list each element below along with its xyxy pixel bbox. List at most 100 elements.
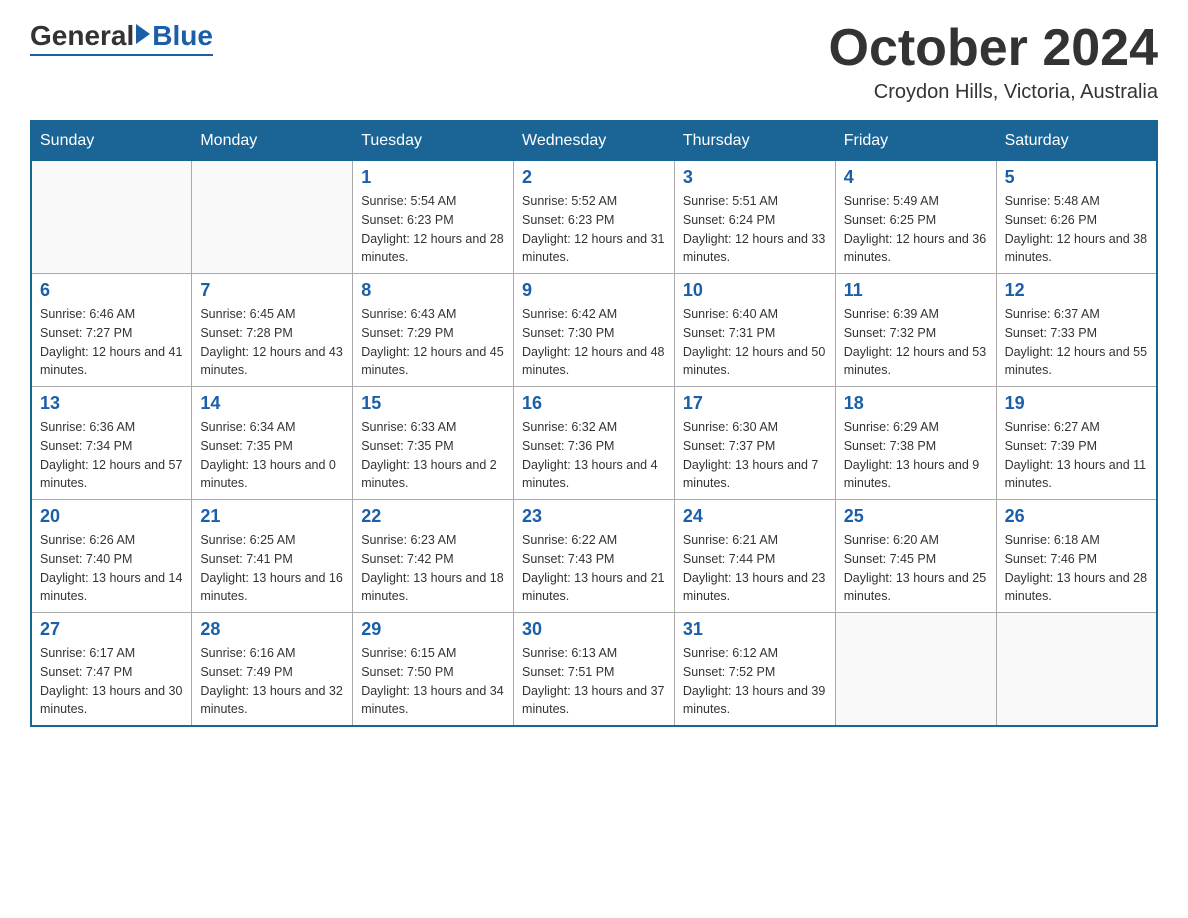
day-info: Sunrise: 6:16 AMSunset: 7:49 PMDaylight:… bbox=[200, 644, 344, 719]
logo: General Blue bbox=[30, 20, 213, 56]
calendar-cell: 19 Sunrise: 6:27 AMSunset: 7:39 PMDayligh… bbox=[996, 387, 1157, 500]
day-number: 17 bbox=[683, 393, 827, 414]
day-info: Sunrise: 5:52 AMSunset: 6:23 PMDaylight:… bbox=[522, 192, 666, 267]
day-number: 19 bbox=[1005, 393, 1148, 414]
logo-underline bbox=[30, 54, 213, 56]
day-number: 28 bbox=[200, 619, 344, 640]
day-number: 24 bbox=[683, 506, 827, 527]
calendar-cell: 2 Sunrise: 5:52 AMSunset: 6:23 PMDaylight… bbox=[514, 161, 675, 274]
calendar-cell: 25 Sunrise: 6:20 AMSunset: 7:45 PMDayligh… bbox=[835, 500, 996, 613]
day-number: 29 bbox=[361, 619, 505, 640]
calendar-cell: 27Sunrise: 6:17 AMSunset: 7:47 PMDayligh… bbox=[31, 613, 192, 727]
day-number: 8 bbox=[361, 280, 505, 301]
day-info: Sunrise: 6:30 AMSunset: 7:37 PMDaylight:… bbox=[683, 418, 827, 493]
day-number: 11 bbox=[844, 280, 988, 301]
day-number: 16 bbox=[522, 393, 666, 414]
day-info: Sunrise: 6:34 AMSunset: 7:35 PMDaylight:… bbox=[200, 418, 344, 493]
day-number: 2 bbox=[522, 167, 666, 188]
day-of-week-header: Friday bbox=[835, 121, 996, 161]
calendar-cell: 29 Sunrise: 6:15 AMSunset: 7:50 PMDayligh… bbox=[353, 613, 514, 727]
day-number: 30 bbox=[522, 619, 666, 640]
day-of-week-header: Saturday bbox=[996, 121, 1157, 161]
day-number: 1 bbox=[361, 167, 505, 188]
calendar-cell bbox=[996, 613, 1157, 727]
calendar-cell: 13 Sunrise: 6:36 AMSunset: 7:34 PMDayligh… bbox=[31, 387, 192, 500]
day-number: 4 bbox=[844, 167, 988, 188]
day-info: Sunrise: 6:25 AMSunset: 7:41 PMDaylight:… bbox=[200, 531, 344, 606]
day-info: Sunrise: 6:36 AMSunset: 7:34 PMDaylight:… bbox=[40, 418, 183, 493]
day-number: 15 bbox=[361, 393, 505, 414]
calendar-cell: 31 Sunrise: 6:12 AMSunset: 7:52 PMDayligh… bbox=[674, 613, 835, 727]
calendar-cell: 26Sunrise: 6:18 AMSunset: 7:46 PMDayligh… bbox=[996, 500, 1157, 613]
day-number: 9 bbox=[522, 280, 666, 301]
day-number: 31 bbox=[683, 619, 827, 640]
day-number: 23 bbox=[522, 506, 666, 527]
day-of-week-header: Thursday bbox=[674, 121, 835, 161]
calendar-cell: 21 Sunrise: 6:25 AMSunset: 7:41 PMDayligh… bbox=[192, 500, 353, 613]
calendar-cell: 17 Sunrise: 6:30 AMSunset: 7:37 PMDayligh… bbox=[674, 387, 835, 500]
day-info: Sunrise: 6:45 AMSunset: 7:28 PMDaylight:… bbox=[200, 305, 344, 380]
calendar-cell: 18 Sunrise: 6:29 AMSunset: 7:38 PMDayligh… bbox=[835, 387, 996, 500]
day-info: Sunrise: 6:12 AMSunset: 7:52 PMDaylight:… bbox=[683, 644, 827, 719]
day-info: Sunrise: 5:51 AMSunset: 6:24 PMDaylight:… bbox=[683, 192, 827, 267]
calendar-cell bbox=[192, 161, 353, 274]
day-info: Sunrise: 5:54 AMSunset: 6:23 PMDaylight:… bbox=[361, 192, 505, 267]
day-number: 12 bbox=[1005, 280, 1148, 301]
logo-general-text: General bbox=[30, 20, 134, 52]
day-number: 21 bbox=[200, 506, 344, 527]
calendar-cell: 5Sunrise: 5:48 AMSunset: 6:26 PMDaylight… bbox=[996, 161, 1157, 274]
day-info: Sunrise: 6:27 AMSunset: 7:39 PMDaylight:… bbox=[1005, 418, 1148, 493]
calendar-cell: 20 Sunrise: 6:26 AMSunset: 7:40 PMDayligh… bbox=[31, 500, 192, 613]
day-info: Sunrise: 6:17 AMSunset: 7:47 PMDaylight:… bbox=[40, 644, 183, 719]
day-info: Sunrise: 6:43 AMSunset: 7:29 PMDaylight:… bbox=[361, 305, 505, 380]
day-number: 6 bbox=[40, 280, 183, 301]
calendar-cell: 14Sunrise: 6:34 AMSunset: 7:35 PMDayligh… bbox=[192, 387, 353, 500]
calendar-cell: 24 Sunrise: 6:21 AMSunset: 7:44 PMDayligh… bbox=[674, 500, 835, 613]
calendar-cell: 30 Sunrise: 6:13 AMSunset: 7:51 PMDayligh… bbox=[514, 613, 675, 727]
day-info: Sunrise: 6:21 AMSunset: 7:44 PMDaylight:… bbox=[683, 531, 827, 606]
calendar-table: SundayMondayTuesdayWednesdayThursdayFrid… bbox=[30, 120, 1158, 727]
calendar-cell: 8 Sunrise: 6:43 AMSunset: 7:29 PMDaylight… bbox=[353, 274, 514, 387]
calendar-cell: 22 Sunrise: 6:23 AMSunset: 7:42 PMDayligh… bbox=[353, 500, 514, 613]
title-area: October 2024 Croydon Hills, Victoria, Au… bbox=[829, 20, 1159, 104]
day-number: 18 bbox=[844, 393, 988, 414]
calendar-week-row: 6 Sunrise: 6:46 AMSunset: 7:27 PMDaylight… bbox=[31, 274, 1157, 387]
calendar-cell: 15 Sunrise: 6:33 AMSunset: 7:35 PMDayligh… bbox=[353, 387, 514, 500]
calendar-week-row: 20 Sunrise: 6:26 AMSunset: 7:40 PMDayligh… bbox=[31, 500, 1157, 613]
calendar-cell: 6 Sunrise: 6:46 AMSunset: 7:27 PMDaylight… bbox=[31, 274, 192, 387]
calendar-header-row: SundayMondayTuesdayWednesdayThursdayFrid… bbox=[31, 121, 1157, 161]
day-info: Sunrise: 6:23 AMSunset: 7:42 PMDaylight:… bbox=[361, 531, 505, 606]
day-info: Sunrise: 6:15 AMSunset: 7:50 PMDaylight:… bbox=[361, 644, 505, 719]
day-info: Sunrise: 6:29 AMSunset: 7:38 PMDaylight:… bbox=[844, 418, 988, 493]
calendar-cell: 7 Sunrise: 6:45 AMSunset: 7:28 PMDaylight… bbox=[192, 274, 353, 387]
location-subtitle: Croydon Hills, Victoria, Australia bbox=[829, 81, 1159, 104]
day-number: 13 bbox=[40, 393, 183, 414]
calendar-cell: 23 Sunrise: 6:22 AMSunset: 7:43 PMDayligh… bbox=[514, 500, 675, 613]
day-number: 25 bbox=[844, 506, 988, 527]
day-info: Sunrise: 6:37 AMSunset: 7:33 PMDaylight:… bbox=[1005, 305, 1148, 380]
calendar-cell: 12 Sunrise: 6:37 AMSunset: 7:33 PMDayligh… bbox=[996, 274, 1157, 387]
day-info: Sunrise: 6:46 AMSunset: 7:27 PMDaylight:… bbox=[40, 305, 183, 380]
day-of-week-header: Monday bbox=[192, 121, 353, 161]
day-info: Sunrise: 6:18 AMSunset: 7:46 PMDaylight:… bbox=[1005, 531, 1148, 606]
day-info: Sunrise: 6:22 AMSunset: 7:43 PMDaylight:… bbox=[522, 531, 666, 606]
calendar-cell: 4 Sunrise: 5:49 AMSunset: 6:25 PMDaylight… bbox=[835, 161, 996, 274]
day-number: 7 bbox=[200, 280, 344, 301]
calendar-cell: 9Sunrise: 6:42 AMSunset: 7:30 PMDaylight… bbox=[514, 274, 675, 387]
calendar-week-row: 27Sunrise: 6:17 AMSunset: 7:47 PMDayligh… bbox=[31, 613, 1157, 727]
day-number: 22 bbox=[361, 506, 505, 527]
day-info: Sunrise: 5:48 AMSunset: 6:26 PMDaylight:… bbox=[1005, 192, 1148, 267]
day-of-week-header: Sunday bbox=[31, 121, 192, 161]
page-header: General Blue October 2024 Croydon Hills,… bbox=[30, 20, 1158, 104]
day-info: Sunrise: 6:20 AMSunset: 7:45 PMDaylight:… bbox=[844, 531, 988, 606]
calendar-week-row: 13 Sunrise: 6:36 AMSunset: 7:34 PMDayligh… bbox=[31, 387, 1157, 500]
day-info: Sunrise: 6:26 AMSunset: 7:40 PMDaylight:… bbox=[40, 531, 183, 606]
day-info: Sunrise: 5:49 AMSunset: 6:25 PMDaylight:… bbox=[844, 192, 988, 267]
logo-blue-text: Blue bbox=[152, 20, 213, 52]
calendar-cell: 28 Sunrise: 6:16 AMSunset: 7:49 PMDayligh… bbox=[192, 613, 353, 727]
day-info: Sunrise: 6:40 AMSunset: 7:31 PMDaylight:… bbox=[683, 305, 827, 380]
day-info: Sunrise: 6:13 AMSunset: 7:51 PMDaylight:… bbox=[522, 644, 666, 719]
day-number: 3 bbox=[683, 167, 827, 188]
day-number: 20 bbox=[40, 506, 183, 527]
day-info: Sunrise: 6:33 AMSunset: 7:35 PMDaylight:… bbox=[361, 418, 505, 493]
